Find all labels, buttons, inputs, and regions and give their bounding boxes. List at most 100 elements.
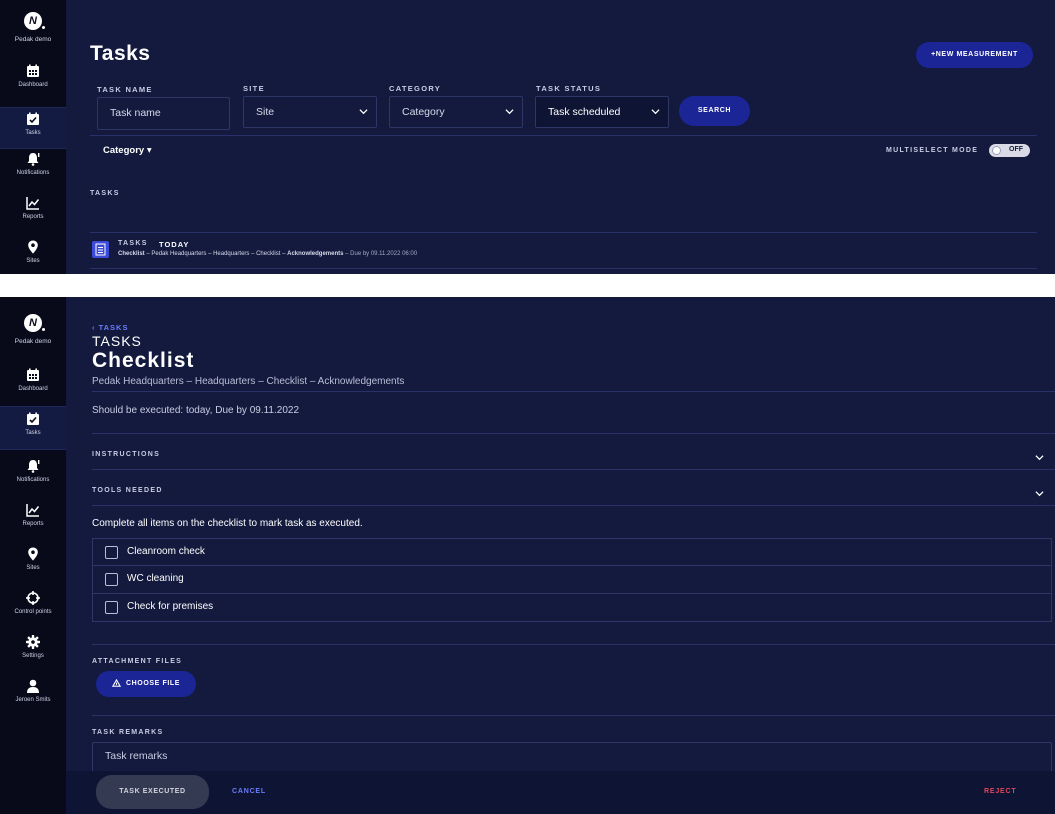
- sidebar-item-dashboard[interactable]: Dashboard: [0, 64, 66, 106]
- sidebar-item-label: Sites: [26, 258, 40, 264]
- org-name: Pedak demo: [14, 338, 52, 345]
- chevron-down-icon: [651, 109, 660, 115]
- chevron-down-icon: [359, 109, 368, 115]
- sidebar-item-label: Control points: [14, 609, 52, 615]
- task-status-select[interactable]: Task scheduled: [535, 96, 669, 128]
- sidebar: N Pedak demo Dashboard Tasks Notificatio…: [0, 0, 66, 274]
- sidebar-item-dashboard[interactable]: Dashboard: [0, 368, 66, 410]
- sidebar-item-label: Tasks: [25, 130, 41, 136]
- task-executed-button[interactable]: TASK EXECUTED: [96, 775, 209, 809]
- new-measurement-button[interactable]: +NEW MEASUREMENT: [916, 42, 1033, 68]
- checklist-document-icon: [92, 241, 109, 258]
- instructions-accordion[interactable]: INSTRUCTIONS: [92, 435, 1055, 468]
- sidebar-item-user-profile[interactable]: Jeroen Smits: [0, 679, 66, 721]
- task-row-details: Checklist – Pedak Headquarters – Headqua…: [118, 251, 417, 257]
- choose-file-label: CHOOSE FILE: [125, 680, 181, 687]
- breadcrumb: Pedak Headquarters – Headquarters – Chec…: [92, 376, 405, 387]
- task-row-path: – Pedak Headquarters – Headquarters – Ch…: [146, 251, 286, 257]
- category-sort-dropdown[interactable]: Category ▾: [103, 145, 152, 156]
- divider: [92, 391, 1055, 392]
- attachment-files-label: ATTACHMENT FILES: [92, 658, 183, 665]
- sidebar-item-tasks[interactable]: Tasks: [0, 406, 66, 450]
- sidebar-item-reports[interactable]: Reports: [0, 503, 66, 545]
- category-label: CATEGORY: [389, 84, 442, 93]
- category-select[interactable]: Category: [389, 96, 523, 128]
- checkbox[interactable]: [105, 601, 118, 614]
- schedule-info: Should be executed: today, Due by 09.11.…: [92, 405, 300, 416]
- chevron-down-icon: [1035, 491, 1044, 497]
- task-row[interactable]: TASKS TODAY Checklist – Pedak Headquarte…: [90, 235, 1037, 267]
- site-select[interactable]: Site: [243, 96, 377, 128]
- sidebar-item-label: Dashboard: [18, 386, 48, 392]
- task-remarks-label: TASK REMARKS: [92, 729, 164, 736]
- chevron-down-icon: [1035, 455, 1044, 461]
- sidebar-item-notifications[interactable]: Notifications: [0, 459, 66, 501]
- crosshair-icon: [26, 591, 40, 605]
- checklist-item[interactable]: Check for premises: [92, 594, 1052, 622]
- org-logo[interactable]: N Pedak demo: [0, 314, 66, 345]
- logo-icon: N: [24, 12, 45, 30]
- cancel-button[interactable]: CANCEL: [232, 788, 266, 795]
- sidebar-item-settings[interactable]: Settings: [0, 635, 66, 677]
- search-button[interactable]: SEARCH: [679, 96, 750, 126]
- multiselect-label: MULTISELECT MODE: [886, 147, 979, 154]
- task-detail-panel: N Pedak demo Dashboard Tasks Notificatio…: [0, 297, 1055, 814]
- checkbox[interactable]: [105, 546, 118, 559]
- calendar-icon: [27, 368, 39, 381]
- org-logo[interactable]: N Pedak demo: [0, 12, 66, 43]
- task-status-label: TASK STATUS: [536, 84, 602, 93]
- choose-file-button[interactable]: CHOOSE FILE: [96, 671, 196, 697]
- map-pin-icon: [28, 547, 38, 561]
- sidebar: N Pedak demo Dashboard Tasks Notificatio…: [0, 297, 66, 814]
- sidebar-item-sites[interactable]: Sites: [0, 240, 66, 274]
- divider: [90, 135, 1037, 136]
- sidebar-item-label: Jeroen Smits: [15, 697, 51, 703]
- divider: [92, 644, 1055, 645]
- checklist-item[interactable]: Cleanroom check: [92, 538, 1052, 566]
- checklist-item-label: Cleanroom check: [127, 546, 205, 557]
- upload-icon: [111, 678, 121, 687]
- divider: [92, 715, 1055, 716]
- sidebar-item-notifications[interactable]: Notifications: [0, 152, 66, 194]
- task-group-label: TASKS: [118, 240, 148, 247]
- map-pin-icon: [28, 240, 38, 254]
- divider: [92, 505, 1055, 506]
- task-name-label: TASK NAME: [97, 85, 153, 94]
- sidebar-item-sites[interactable]: Sites: [0, 547, 66, 589]
- org-name: Pedak demo: [14, 36, 52, 43]
- section-label: TASKS: [92, 333, 142, 349]
- bell-icon: [27, 153, 40, 166]
- tasks-section-label: TASKS: [90, 190, 120, 197]
- sidebar-item-tasks[interactable]: Tasks: [0, 107, 66, 149]
- task-name-input[interactable]: Task name: [97, 97, 230, 130]
- chart-icon: [26, 504, 40, 517]
- toggle-knob: [992, 146, 1001, 155]
- checklist-item[interactable]: WC cleaning: [92, 566, 1052, 594]
- task-remarks-input[interactable]: Task remarks: [92, 742, 1052, 774]
- divider: [92, 433, 1055, 434]
- sidebar-item-reports[interactable]: Reports: [0, 196, 66, 238]
- action-footer: TASK EXECUTED CANCEL REJECT: [66, 771, 1055, 814]
- sidebar-item-label: Reports: [22, 521, 44, 527]
- site-select-value: Site: [256, 106, 275, 118]
- instructions-label: INSTRUCTIONS: [92, 451, 161, 458]
- task-row-name: Checklist: [118, 251, 145, 257]
- chart-icon: [26, 197, 40, 210]
- checkbox[interactable]: [105, 573, 118, 586]
- reject-button[interactable]: REJECT: [984, 788, 1016, 795]
- sidebar-item-control-points[interactable]: Control points: [0, 591, 66, 633]
- logo-icon: N: [24, 314, 45, 332]
- sidebar-item-label: Dashboard: [18, 82, 48, 88]
- calendar-check-icon: [27, 112, 39, 125]
- task-when-label: TODAY: [159, 240, 190, 249]
- chevron-down-icon: [505, 109, 514, 115]
- site-label: SITE: [243, 84, 265, 93]
- task-status-value: Task scheduled: [548, 106, 621, 118]
- user-icon: [27, 679, 39, 693]
- multiselect-toggle[interactable]: OFF: [989, 144, 1030, 157]
- back-to-tasks-link[interactable]: ‹ TASKS: [92, 323, 128, 332]
- divider: [90, 268, 1037, 269]
- checklist-item-label: WC cleaning: [127, 573, 184, 584]
- tools-needed-accordion[interactable]: TOOLS NEEDED: [92, 471, 1055, 504]
- sidebar-item-label: Settings: [22, 653, 44, 659]
